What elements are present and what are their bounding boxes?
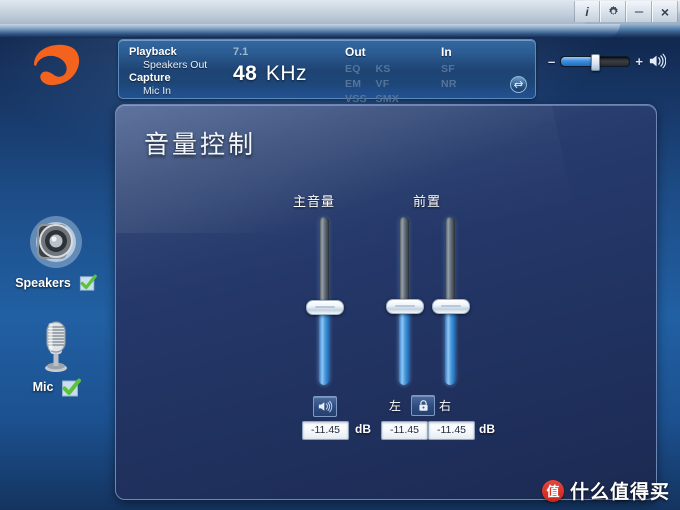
master-volume-slider[interactable] [560,53,631,71]
front-volume-unit: dB [479,422,495,436]
info-button[interactable]: i [574,1,600,22]
format-column: 7.1 48 KHz [233,46,307,86]
channel-config: 7.1 [233,46,249,58]
master-volume-thumb[interactable] [590,53,600,71]
in-effects-row-1: SF [441,61,457,76]
master-volume-unit: dB [355,422,371,436]
mic-row: Mic [6,378,106,397]
minimize-button[interactable]: – [626,1,652,22]
titlebar-background [0,0,585,24]
front-left-slider-thumb[interactable] [386,299,424,314]
volume-control-panel: 音量控制 主音量 -11.45 dB 前置 左 右 -11.45 -11.45 … [115,104,657,500]
front-left-value[interactable]: -11.45 [381,421,428,440]
out-label: Out [345,45,366,59]
front-left-slider-fill [399,305,409,385]
audio-status-panel: Playback Speakers Out Capture Mic In 7.1… [118,39,536,105]
sidebar-item-label-speakers: Speakers [15,276,71,290]
sidebar-item-mic[interactable]: Mic [6,318,106,397]
front-right-slider-thumb[interactable] [432,299,470,314]
effect-sf[interactable]: SF [441,62,455,76]
front-right-slider-fill [445,305,455,385]
effect-ks[interactable]: KS [375,62,390,76]
speaker-icon[interactable] [648,53,667,69]
page-title: 音量控制 [144,130,257,159]
effect-em[interactable]: EM [345,77,371,91]
master-slider-thumb[interactable] [306,300,344,315]
master-volume-fill [561,56,592,66]
slider-group-title-master: 主音量 [293,195,336,210]
sample-rate-value: 48 [233,62,258,85]
speakers-row: Speakers [6,274,106,292]
sample-rate: 48 KHz [233,62,307,86]
in-label: In [441,45,452,59]
sidebar-item-speakers[interactable]: Speakers [6,214,106,292]
volume-increase-button[interactable]: + [635,55,643,68]
close-button[interactable]: × [652,1,678,22]
watermark: 值 什么值得买 [541,477,670,504]
effect-eq[interactable]: EQ [345,62,371,76]
device-status-column: Playback Speakers Out Capture Mic In [129,46,207,98]
master-volume-value[interactable]: -11.45 [302,421,349,440]
front-right-slider[interactable] [432,217,470,385]
watermark-text: 什么值得买 [569,481,670,503]
right-channel-label: 右 [439,399,452,413]
playback-label: Playback [129,46,177,58]
speaker-device-icon[interactable] [6,214,106,270]
output-effects-column: Out EQ KS EM VF VSS SMX [345,45,399,106]
effect-nr[interactable]: NR [441,77,457,91]
realtek-audio-manager-window: i – × Playback Speakers Out Capture Mic … [0,0,680,510]
lock-icon[interactable] [411,395,435,416]
window-frame-top [0,24,680,38]
sample-rate-unit: KHz [265,62,307,85]
window-titlebar: i – × [0,0,680,24]
realtek-logo [24,35,86,97]
close-button-label: × [660,3,670,20]
slider-group-title-front: 前置 [413,195,442,210]
playback-device: Speakers Out [143,59,208,71]
swap-arrows-icon[interactable] [510,76,527,93]
green-check-icon[interactable] [61,378,82,397]
gear-icon [607,5,620,18]
input-effects-column: In SF NR [441,45,457,91]
speaker-mute-icon[interactable] [313,396,337,417]
master-volume-vertical-slider[interactable] [306,217,344,385]
in-effects-row-2: NR [441,76,457,91]
titlebar-button-group: i – × [574,1,678,22]
watermark-logo: 值 [541,479,564,502]
left-channel-label: 左 [389,399,402,413]
settings-button[interactable] [600,1,626,22]
front-left-slider[interactable] [386,217,424,385]
capture-device: Mic In [143,85,172,97]
info-button-label: i [585,4,589,19]
green-check-icon[interactable] [79,274,97,292]
front-right-value[interactable]: -11.45 [428,421,475,440]
effect-vf[interactable]: VF [375,77,389,91]
capture-label: Capture [129,72,171,84]
microphone-device-icon[interactable] [6,318,106,374]
minimize-button-label: – [634,2,644,20]
master-volume-control[interactable]: – + [548,50,667,72]
sidebar-item-label-mic: Mic [32,380,54,394]
master-slider-fill [319,306,329,385]
volume-decrease-button[interactable]: – [548,55,555,68]
